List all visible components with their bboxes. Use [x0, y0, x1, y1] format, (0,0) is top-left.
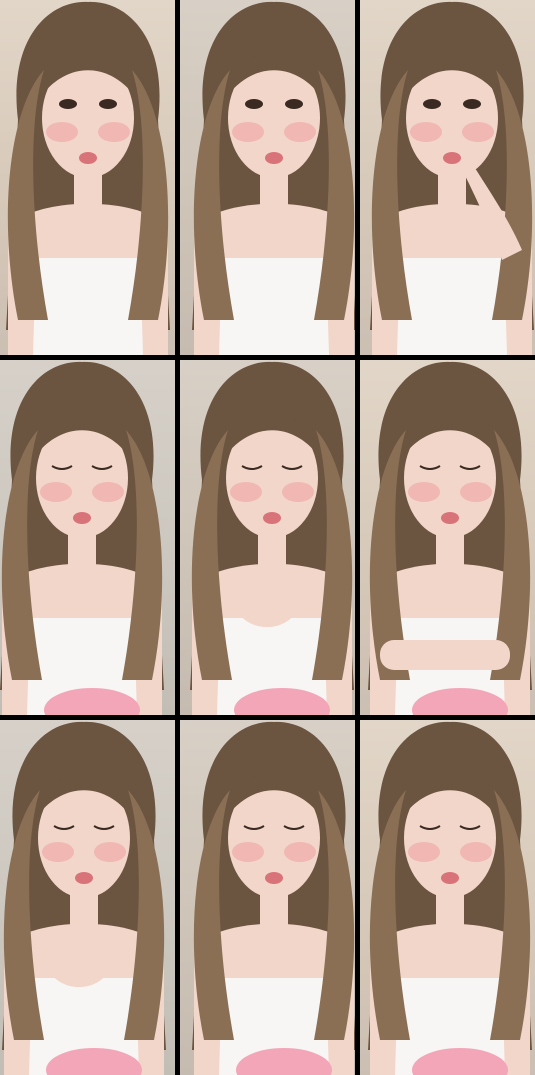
- mouth: [265, 872, 283, 884]
- white-top: [397, 258, 507, 355]
- photo-frame-5: [180, 360, 355, 715]
- left-blush: [40, 482, 72, 502]
- left-blush: [232, 122, 264, 142]
- left-blush: [46, 122, 78, 142]
- left-blush: [232, 842, 264, 862]
- photo-frame-6: [360, 360, 535, 715]
- photo-grid: [0, 0, 535, 1075]
- right-blush: [282, 482, 314, 502]
- white-top: [219, 258, 329, 355]
- photo-frame-2: [180, 0, 355, 355]
- photo-frame-1: [0, 0, 175, 355]
- photo-frame-3: [360, 0, 535, 355]
- mouth: [441, 512, 459, 524]
- mouth: [73, 512, 91, 524]
- right-blush: [460, 842, 492, 862]
- right-blush: [94, 842, 126, 862]
- right-blush: [462, 122, 494, 142]
- right-blush: [284, 122, 316, 142]
- white-top: [33, 258, 143, 355]
- arm-across-body: [380, 640, 510, 670]
- right-blush: [460, 482, 492, 502]
- photo-frame-8: [180, 720, 355, 1075]
- left-eye: [423, 99, 441, 109]
- right-blush: [284, 842, 316, 862]
- left-eye: [245, 99, 263, 109]
- mouth: [75, 872, 93, 884]
- left-blush: [42, 842, 74, 862]
- mouth: [443, 152, 461, 164]
- left-eye: [59, 99, 77, 109]
- mouth: [441, 872, 459, 884]
- right-eye: [463, 99, 481, 109]
- photo-frame-4: [0, 360, 175, 715]
- hand-on-chest: [49, 943, 109, 987]
- mouth: [79, 152, 97, 164]
- left-blush: [230, 482, 262, 502]
- hand-on-chest: [237, 583, 297, 627]
- right-eye: [99, 99, 117, 109]
- mouth: [265, 152, 283, 164]
- photo-frame-9: [360, 720, 535, 1075]
- right-blush: [92, 482, 124, 502]
- right-eye: [285, 99, 303, 109]
- right-blush: [98, 122, 130, 142]
- photo-frame-7: [0, 720, 175, 1075]
- mouth: [263, 512, 281, 524]
- left-blush: [410, 122, 442, 142]
- left-blush: [408, 482, 440, 502]
- left-blush: [408, 842, 440, 862]
